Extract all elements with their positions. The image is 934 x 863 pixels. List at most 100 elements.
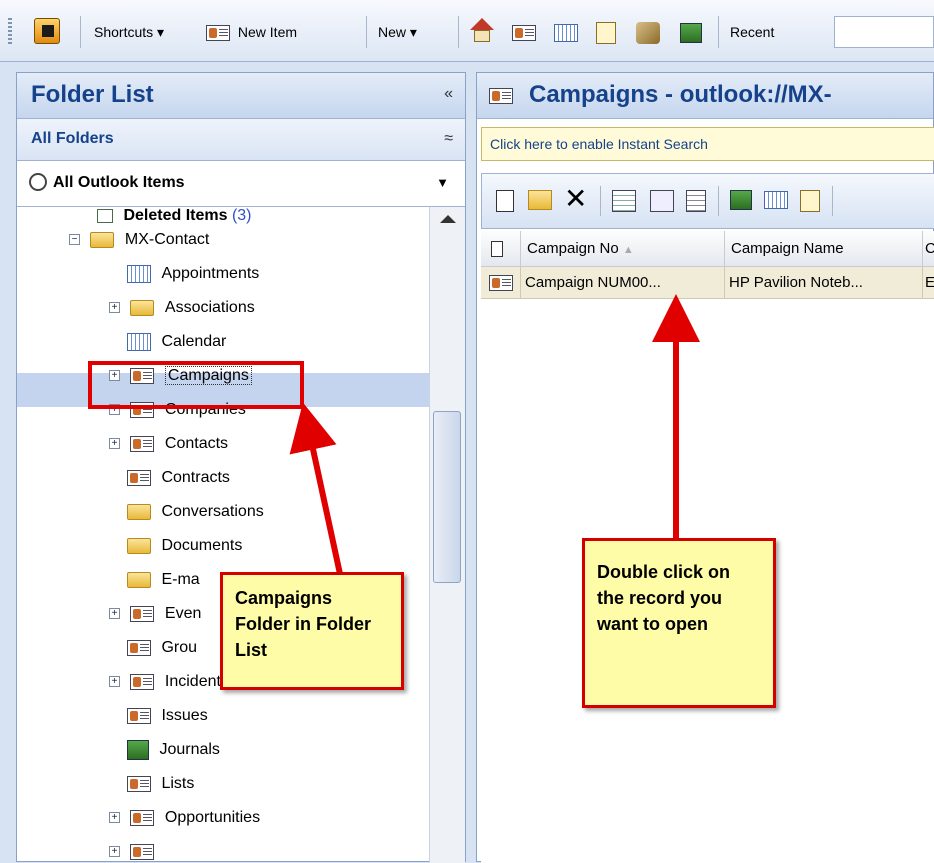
folder-selector[interactable]: All Outlook Items ▼ xyxy=(17,161,465,207)
new-dropdown-button[interactable]: New ▾ xyxy=(378,20,417,44)
tree-item-groups[interactable]: Grou xyxy=(127,633,197,663)
tree-item-label: Even xyxy=(164,605,202,622)
collapse-pane-button[interactable]: « xyxy=(444,85,453,103)
new-document-icon[interactable] xyxy=(496,190,514,212)
expand-toggle[interactable]: + xyxy=(109,676,120,688)
tree-item-documents[interactable]: Documents xyxy=(127,531,242,561)
expand-toggle[interactable]: + xyxy=(109,302,120,314)
tasks-icon[interactable] xyxy=(800,190,820,212)
expand-toggle[interactable]: + xyxy=(109,846,120,858)
contact-card-icon xyxy=(127,775,151,792)
scroll-thumb[interactable] xyxy=(433,411,461,583)
collapse-toggle[interactable]: − xyxy=(69,234,80,246)
contacts-card-icon[interactable] xyxy=(512,20,536,44)
row-icon-cell[interactable] xyxy=(481,267,521,299)
tree-item-associations[interactable]: + Associations xyxy=(109,293,255,323)
expand-toggle[interactable]: + xyxy=(109,370,120,382)
tree-item-issues[interactable]: Issues xyxy=(127,701,208,731)
contact-card-icon xyxy=(130,673,155,690)
contact-card-icon xyxy=(130,401,155,418)
contact-card-icon xyxy=(206,25,230,42)
sort-ascending-icon: ▲ xyxy=(622,244,634,256)
folder-list-header: Folder List « xyxy=(17,73,465,119)
contact-card-icon xyxy=(127,707,151,724)
calendar-icon[interactable] xyxy=(554,20,578,44)
tools-icon[interactable] xyxy=(636,20,660,45)
tree-item-opportunities[interactable]: + Opportunities xyxy=(109,803,260,833)
open-folder-icon[interactable] xyxy=(528,190,552,210)
tree-item-incidents[interactable]: + Incidents xyxy=(109,667,229,697)
tasks-icon[interactable] xyxy=(596,20,616,45)
tree-item-contacts[interactable]: + Contacts xyxy=(109,429,228,459)
tree-item-lists[interactable]: Lists xyxy=(127,769,194,799)
contact-card-icon xyxy=(130,435,155,452)
tree-item-label: Campaigns xyxy=(164,366,252,385)
tree-item-label: Deleted Items xyxy=(123,207,228,224)
tree-item-contracts[interactable]: Contracts xyxy=(127,463,230,493)
column-header-campaign-name[interactable]: Campaign Name xyxy=(725,231,923,267)
folder-list-pane: Folder List « All Folders ≈ All Outlook … xyxy=(16,72,466,863)
campaigns-header: Campaigns - outlook://MX- xyxy=(477,73,933,119)
expand-toggle[interactable]: + xyxy=(109,812,120,824)
contact-card-icon xyxy=(130,605,155,622)
tree-item-label: Companies xyxy=(164,401,246,418)
shortcuts-button[interactable]: Shortcuts ▾ xyxy=(94,20,164,44)
search-folder-icon xyxy=(29,173,47,191)
tree-item-campaigns[interactable]: + Campaigns xyxy=(109,361,252,391)
document-icon xyxy=(491,241,503,258)
delete-icon[interactable]: ✕ xyxy=(564,184,587,214)
tree-item-label: Calendar xyxy=(161,333,227,350)
icon-column-header[interactable] xyxy=(481,231,521,267)
tree-item-label: Conversations xyxy=(161,503,264,520)
calendar-icon[interactable] xyxy=(764,191,788,209)
folder-icon xyxy=(127,571,151,588)
expand-toggle[interactable]: + xyxy=(109,438,120,450)
tree-item-journals[interactable]: Journals xyxy=(127,735,220,765)
campaigns-pane: Campaigns - outlook://MX- Click here to … xyxy=(476,72,934,863)
recent-button[interactable]: Recent xyxy=(730,20,774,44)
outlook-button[interactable] xyxy=(34,18,60,44)
list-icon[interactable] xyxy=(686,190,706,212)
callout-double-click: Double click on the record you want to o… xyxy=(582,538,776,708)
expand-toggle[interactable]: + xyxy=(109,608,120,620)
all-folders-header[interactable]: All Folders ≈ xyxy=(17,119,465,161)
tree-item-label: Opportunities xyxy=(164,809,261,826)
contact-card-icon xyxy=(127,639,151,656)
chevron-up-icon[interactable]: ≈ xyxy=(444,130,453,148)
journal-icon[interactable] xyxy=(680,20,702,44)
form-icon[interactable] xyxy=(612,190,636,212)
tree-item-calendar[interactable]: Calendar xyxy=(127,327,226,357)
folder-selector-label: All Outlook Items xyxy=(53,174,185,191)
column-header-campaign-no[interactable]: Campaign No ▲ xyxy=(521,231,725,267)
toolbar-grip[interactable] xyxy=(8,18,12,46)
outlook-icon xyxy=(34,18,60,44)
chevron-down-icon[interactable]: ▼ xyxy=(436,175,449,190)
instant-search-bar[interactable]: Click here to enable Instant Search xyxy=(481,127,934,161)
tree-item-events[interactable]: + Even xyxy=(109,599,201,629)
folder-tree: Deleted Items (3) − MX-Contact Appointme… xyxy=(17,207,429,863)
journal-icon[interactable] xyxy=(730,190,752,210)
filter-icon[interactable] xyxy=(650,190,674,212)
contact-card-icon xyxy=(127,469,151,486)
folder-icon xyxy=(127,503,151,520)
new-item-button[interactable]: New Item xyxy=(206,20,297,44)
tree-item-appointments[interactable]: Appointments xyxy=(127,259,259,289)
tree-item-mx-contact[interactable]: − MX-Contact xyxy=(69,225,209,255)
tree-item-label: Issues xyxy=(161,707,208,724)
scroll-up-icon[interactable] xyxy=(440,215,456,223)
tree-item-label: Lists xyxy=(161,775,195,792)
cell-campaign-name[interactable]: HP Pavilion Noteb... xyxy=(725,267,923,299)
column-header-partial[interactable]: C xyxy=(923,231,934,267)
address-box[interactable] xyxy=(834,16,934,48)
expand-toggle[interactable]: + xyxy=(109,404,120,416)
tree-item-companies[interactable]: + Companies xyxy=(109,395,246,425)
folder-tree-scrollbar[interactable] xyxy=(429,207,465,863)
tree-item-partial[interactable]: + xyxy=(109,837,155,863)
tree-item-conversations[interactable]: Conversations xyxy=(127,497,264,527)
contact-card-icon xyxy=(489,275,513,292)
cell-partial[interactable]: E xyxy=(923,267,934,299)
contact-card-icon xyxy=(489,88,513,104)
home-icon[interactable] xyxy=(470,18,494,42)
tree-item-e-mail[interactable]: E-ma xyxy=(127,565,200,595)
cell-campaign-no[interactable]: Campaign NUM00... xyxy=(521,267,725,299)
